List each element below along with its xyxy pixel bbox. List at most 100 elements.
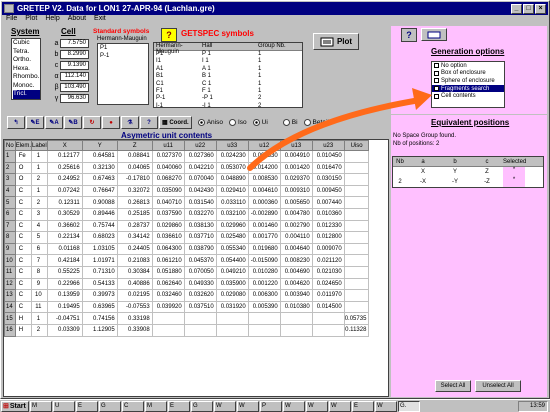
equivalent-cell[interactable]: -Z: [471, 179, 503, 185]
ui-radio[interactable]: Ui: [252, 119, 268, 126]
table-cell[interactable]: 0.012800: [311, 231, 345, 244]
right-toolbar-button[interactable]: [421, 28, 447, 41]
table-cell[interactable]: 1.03105: [81, 242, 118, 256]
table-cell[interactable]: 0.12311: [46, 196, 83, 209]
table-row[interactable]: 14 C 11 0.19495 0.63965 -0.07553 0.039920 0.037…: [4, 300, 370, 314]
table-cell[interactable]: 0.061210: [151, 254, 185, 267]
table-cell[interactable]: 0.040710: [151, 196, 185, 209]
table-cell[interactable]: [343, 231, 370, 244]
edit-e-button[interactable]: ✎E: [26, 116, 44, 129]
table-cell[interactable]: 0.021030: [311, 265, 345, 279]
table-cell[interactable]: 0.035090: [151, 184, 185, 198]
help-button[interactable]: ?: [401, 28, 417, 42]
table-cell[interactable]: [343, 207, 370, 221]
table-cell[interactable]: 0.055340: [215, 242, 249, 256]
table-cell[interactable]: [343, 150, 370, 163]
table-cell[interactable]: 0.002330: [247, 150, 281, 163]
equivalent-cell[interactable]: -X: [407, 179, 439, 185]
table-cell[interactable]: 3: [4, 173, 16, 186]
table-cell[interactable]: 0.035900: [215, 277, 249, 291]
table-cell[interactable]: 0.027360: [183, 150, 217, 163]
table-cell[interactable]: 0.038130: [183, 219, 217, 233]
table-cell[interactable]: 15: [4, 312, 16, 325]
table-cell[interactable]: 0.19495: [46, 300, 83, 314]
generation-options-list[interactable]: No option Box of enclosure Sphere of enclo…: [431, 61, 505, 108]
table-row[interactable]: 16 H 2 0.03309 1.12905 0.33908 0.11328: [4, 323, 370, 337]
table-cell[interactable]: [343, 277, 370, 291]
generation-option[interactable]: ✓ Fragments search: [432, 84, 504, 93]
table-cell[interactable]: 0.001770: [247, 231, 281, 244]
getspec-row[interactable]: A1 A 1 1: [154, 66, 302, 73]
unselect-all-button[interactable]: Unselect All: [475, 380, 521, 392]
menu-about[interactable]: About: [68, 15, 86, 26]
table-row[interactable]: 3 O 2 0.24952 0.67463 -0.17810 0.068270 0.07004…: [4, 173, 370, 186]
table-row[interactable]: 10 C 7 0.42184 1.01971 0.21083 0.061210 0.04537…: [4, 254, 370, 267]
table-cell[interactable]: 5: [4, 196, 16, 209]
column-header[interactable]: u11: [151, 140, 185, 151]
table-cell[interactable]: 0.008230: [279, 254, 313, 267]
table-cell[interactable]: 11: [4, 265, 16, 279]
table-cell[interactable]: 0.037510: [183, 300, 217, 314]
table-cell[interactable]: 1: [4, 150, 16, 163]
table-cell[interactable]: 4: [4, 184, 16, 198]
table-row[interactable]: 2 O 1 0.25616 0.32130 0.04065 0.040060 0.042210…: [4, 161, 370, 175]
table-cell[interactable]: Fe: [14, 150, 33, 163]
table-row[interactable]: 11 C 8 0.55225 0.71310 0.30384 0.051880 0.07005…: [4, 265, 370, 279]
table-cell[interactable]: 0.32130: [81, 161, 118, 175]
taskbar-item[interactable]: E: [168, 400, 190, 412]
table-cell[interactable]: 0.042210: [183, 161, 217, 175]
table-row[interactable]: 15 H 1 -0.04751 0.74156 0.33198 0.05735: [4, 312, 370, 325]
menu-file[interactable]: File: [6, 15, 17, 26]
table-cell[interactable]: 0.011970: [311, 289, 345, 302]
table-cell[interactable]: 0.025480: [215, 231, 249, 244]
table-cell[interactable]: 0.004910: [279, 150, 313, 163]
ellipsoid-button[interactable]: ⚗: [121, 116, 139, 129]
table-row[interactable]: 8 C 5 0.22134 0.68023 0.34142 0.036610 0.037710…: [4, 231, 370, 244]
table-cell[interactable]: 0.08841: [116, 150, 153, 163]
table-cell[interactable]: 0.031920: [215, 300, 249, 314]
table-cell[interactable]: 0.029080: [215, 289, 249, 302]
table-cell[interactable]: C: [14, 289, 33, 302]
table-cell[interactable]: 0.000360: [247, 196, 281, 209]
table-cell[interactable]: 1: [31, 312, 48, 325]
column-header[interactable]: u23: [311, 140, 345, 151]
table-cell[interactable]: 0.004620: [279, 277, 313, 291]
system-item[interactable]: Tetra.: [13, 48, 40, 57]
standard-symbols-list[interactable]: P1 P-1: [97, 43, 149, 105]
table-cell[interactable]: C: [14, 184, 33, 198]
table-cell[interactable]: -0.002890: [247, 207, 281, 221]
table-cell[interactable]: 0.029960: [215, 219, 249, 233]
column-header[interactable]: Uiso: [343, 140, 370, 151]
table-cell[interactable]: 10: [4, 254, 16, 267]
table-cell[interactable]: 4: [31, 219, 48, 233]
select-all-button[interactable]: Select All: [435, 380, 471, 392]
add-atom-button[interactable]: ↰: [7, 116, 25, 129]
start-button[interactable]: ⊞ Start: [1, 400, 29, 412]
taskbar-item[interactable]: W: [375, 400, 397, 412]
equivalent-cell[interactable]: -Y: [439, 179, 471, 185]
table-cell[interactable]: 0.05735: [343, 312, 370, 325]
table-cell[interactable]: 0.68023: [81, 231, 118, 244]
table-cell[interactable]: 0.009450: [311, 184, 345, 198]
table-cell[interactable]: [151, 312, 185, 325]
table-cell[interactable]: 0.12177: [46, 150, 83, 163]
equivalent-cell[interactable]: X: [407, 169, 439, 175]
table-cell[interactable]: 0.24405: [116, 242, 153, 256]
table-cell[interactable]: 0.032100: [215, 207, 249, 221]
table-cell[interactable]: 0.010450: [311, 150, 345, 163]
taskbar-item[interactable]: W: [306, 400, 328, 412]
table-cell[interactable]: 8: [31, 265, 48, 279]
table-cell[interactable]: 0.36602: [46, 219, 83, 233]
generation-option[interactable]: Sphere of enclosure: [432, 77, 504, 85]
equivalent-selected-cell[interactable]: *: [503, 177, 525, 187]
table-cell[interactable]: 0.006300: [247, 289, 281, 302]
taskbar-item[interactable]: W: [237, 400, 259, 412]
table-cell[interactable]: 0.016470: [311, 161, 345, 175]
taskbar-item[interactable]: G: [99, 400, 121, 412]
table-cell[interactable]: 0.22966: [46, 277, 83, 291]
table-cell[interactable]: 0.40886: [116, 277, 153, 291]
column-header[interactable]: u33: [215, 140, 249, 151]
taskbar-item[interactable]: M: [145, 400, 167, 412]
getspec-list[interactable]: Hermann-Mauguin Hall Group Nb. P1 P 1 1 I1 I…: [153, 42, 303, 109]
table-cell[interactable]: 0.024230: [215, 150, 249, 163]
